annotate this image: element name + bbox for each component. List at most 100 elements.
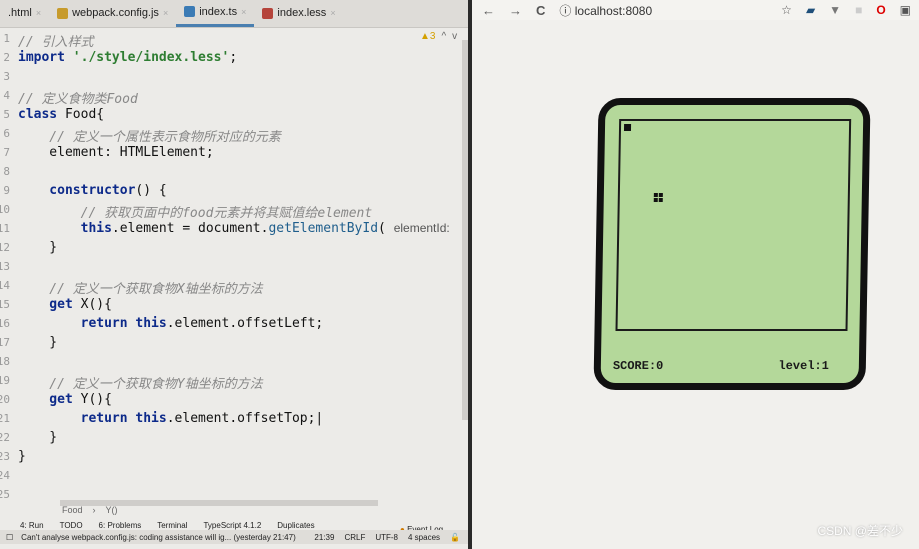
status-checkbox-icon[interactable]: ☐: [6, 533, 13, 542]
cursor-position[interactable]: 21:39: [314, 533, 334, 542]
code-line[interactable]: // 引入样式: [18, 31, 93, 50]
code-line[interactable]: }: [18, 335, 57, 350]
opera-icon[interactable]: O: [876, 3, 885, 17]
line-number: 25: [0, 488, 10, 498]
code-token: elementId:: [393, 221, 450, 235]
editor-tab[interactable]: webpack.config.js ×: [49, 0, 176, 27]
code-line[interactable]: }: [18, 430, 57, 445]
close-tab-icon[interactable]: ×: [241, 7, 246, 17]
code-line[interactable]: // 定义食物类Food: [18, 88, 138, 107]
code-token: constructor: [18, 183, 136, 198]
code-line[interactable]: import './style/index.less';: [18, 50, 245, 65]
bookmark-star-icon[interactable]: ☆: [781, 3, 792, 17]
level-label: level:1: [778, 359, 829, 373]
url-text: localhost:8080: [574, 3, 653, 18]
info-icon[interactable]: ⓘ: [559, 4, 571, 18]
code-token: }: [18, 449, 26, 464]
editor-tab[interactable]: .html ×: [0, 0, 49, 27]
indent-setting[interactable]: 4 spaces: [408, 533, 440, 542]
address-bar[interactable]: ⓘ localhost:8080: [559, 2, 652, 19]
code-token: }: [18, 430, 58, 445]
line-number: 15: [0, 298, 10, 311]
tool-window-button[interactable]: Terminal: [157, 521, 187, 530]
line-number: 19: [0, 374, 10, 387]
breadcrumb: Food › Y(): [62, 505, 118, 515]
js-extension-icon[interactable]: ▰: [806, 3, 815, 17]
tool-window-button[interactable]: Duplicates: [277, 521, 314, 530]
editor-tab[interactable]: index.less ×: [254, 0, 343, 27]
line-number: 22: [0, 431, 10, 444]
code-editor[interactable]: 1 // 引入样式 2 import './style/index.less'; 3 4…: [0, 28, 462, 498]
next-warning-button[interactable]: v: [452, 31, 457, 42]
line-number: 11: [0, 222, 10, 235]
code-line[interactable]: this.element = document.getElementById( …: [18, 221, 450, 236]
file-type-icon: [57, 7, 69, 19]
inspection-widget[interactable]: ▲3 ^ v: [420, 31, 457, 42]
tool-window-button[interactable]: 6: Problems: [99, 521, 142, 530]
reload-button[interactable]: C: [536, 3, 545, 18]
snake-head: [623, 124, 632, 131]
status-message[interactable]: Can't analyse webpack.config.js: coding …: [21, 533, 296, 542]
breadcrumb-class[interactable]: Food: [62, 505, 83, 515]
screenshot-extension-icon[interactable]: ▣: [900, 3, 911, 17]
code-token: // 定义一个获取食物X轴坐标的方法: [18, 282, 263, 297]
code-token: './style/index.less': [72, 50, 230, 65]
forward-button[interactable]: →: [509, 3, 522, 18]
warning-count: 3: [429, 31, 436, 42]
line-number: 3: [3, 70, 10, 83]
tool-window-button[interactable]: 4: Run: [20, 521, 44, 530]
extension-icon[interactable]: ■: [855, 3, 862, 17]
code-line[interactable]: return this.element.offsetTop;|: [18, 411, 324, 426]
tool-window-button[interactable]: TODO: [60, 521, 83, 530]
close-tab-icon[interactable]: ×: [330, 8, 335, 18]
code-line[interactable]: constructor() {: [18, 183, 166, 198]
code-line[interactable]: return this.element.offsetLeft;: [18, 316, 324, 331]
line-number: 18: [0, 355, 10, 368]
line-number: 5: [3, 108, 10, 121]
prev-warning-button[interactable]: ^: [441, 31, 446, 42]
line-number: 10: [0, 203, 10, 216]
line-number: 12: [0, 241, 10, 254]
code-line[interactable]: get Y(){: [18, 392, 112, 407]
code-line[interactable]: // 定义一个获取食物Y轴坐标的方法: [18, 373, 262, 392]
snake-game: SCORE:0 level:1: [593, 98, 871, 390]
code-token: get: [18, 392, 81, 407]
code-line[interactable]: }: [18, 240, 57, 255]
line-number: 2: [3, 51, 10, 64]
code-token: }: [18, 335, 58, 350]
tool-window-button[interactable]: TypeScript 4.1.2: [203, 521, 261, 530]
line-number: 17: [0, 336, 10, 349]
lock-icon[interactable]: 🔓: [450, 533, 460, 542]
line-number: 8: [3, 165, 10, 178]
code-token: getElementById: [268, 221, 379, 236]
code-token: .element.offsetTop;|: [166, 411, 324, 426]
back-button[interactable]: ←: [482, 3, 495, 18]
line-number: 20: [0, 393, 10, 406]
close-tab-icon[interactable]: ×: [163, 8, 168, 18]
food: [653, 193, 663, 202]
vue-devtools-icon[interactable]: ▼: [829, 3, 841, 17]
breadcrumb-method[interactable]: Y(): [106, 505, 118, 515]
code-token: element: HTMLElement;: [18, 145, 214, 160]
code-line[interactable]: // 定义一个获取食物X轴坐标的方法: [18, 278, 263, 297]
code-line[interactable]: class Food{: [18, 107, 104, 122]
code-line[interactable]: get X(){: [18, 297, 112, 312]
file-encoding[interactable]: UTF-8: [375, 533, 398, 542]
file-type-icon: [184, 6, 196, 17]
line-ending[interactable]: CRLF: [344, 533, 365, 542]
code-token: return this: [18, 411, 167, 426]
tab-label: index.ts: [199, 5, 238, 18]
code-token: }: [18, 240, 58, 255]
tab-label: .html: [8, 7, 32, 19]
code-line[interactable]: // 定义一个属性表示食物所对应的元素: [18, 126, 281, 145]
code-line[interactable]: // 获取页面中的food元素并将其赋值给element: [18, 202, 373, 221]
line-number: 4: [3, 89, 10, 102]
code-token: Y(){: [80, 392, 112, 407]
code-line[interactable]: }: [18, 449, 26, 464]
code-token: // 定义一个属性表示食物所对应的元素: [18, 130, 281, 145]
close-tab-icon[interactable]: ×: [36, 8, 41, 18]
editor-tab[interactable]: index.ts ×: [176, 0, 255, 27]
code-token: return this: [18, 316, 167, 331]
code-token: // 获取页面中的food元素并将其赋值给element: [18, 206, 373, 221]
code-line[interactable]: element: HTMLElement;: [18, 145, 214, 160]
